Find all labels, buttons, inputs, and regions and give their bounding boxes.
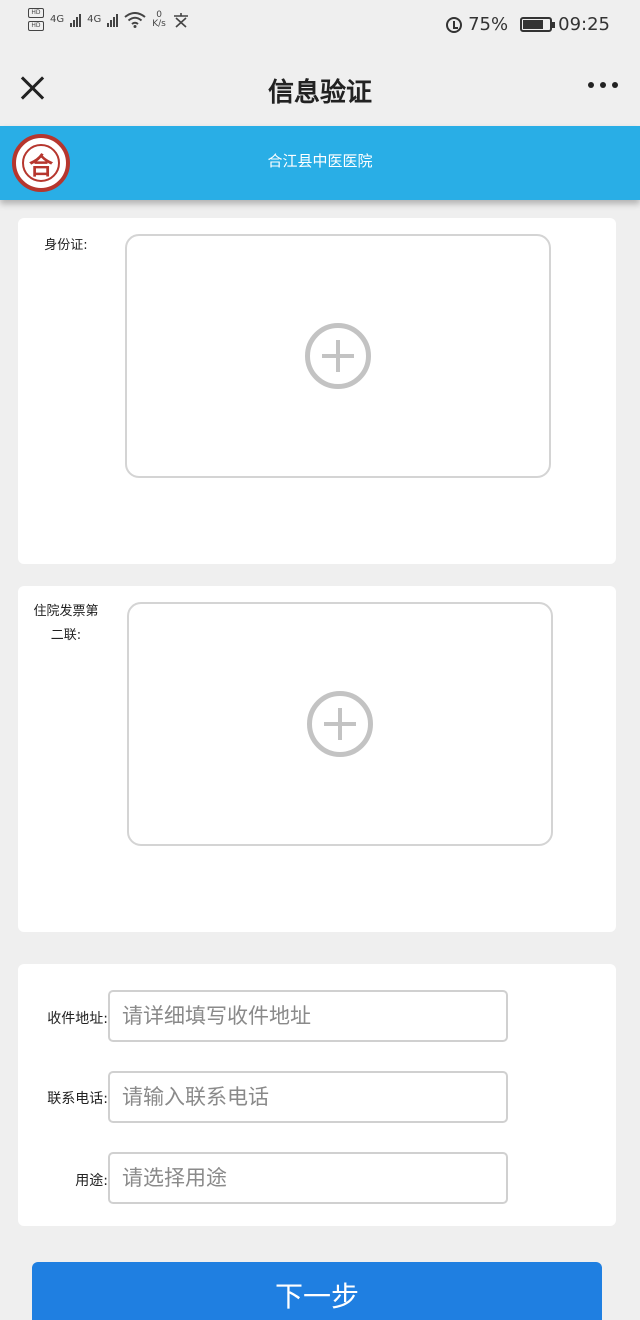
app-notification-icon — [173, 12, 188, 28]
more-options-icon[interactable] — [588, 82, 618, 88]
hospital-name: 合江县中医医院 — [267, 152, 373, 170]
title-bar: 信息验证 — [0, 52, 640, 128]
status-bar: HD HD 4G 4G 0 K/s 75% 09:25 — [0, 0, 640, 52]
purpose-select[interactable] — [108, 1152, 508, 1204]
add-photo-icon — [305, 323, 371, 389]
signal-icon — [70, 13, 82, 27]
invoice-upload-card: 住院发票第 二联: — [18, 586, 616, 932]
status-left: HD HD 4G 4G 0 K/s — [28, 8, 190, 31]
network-speed-unit: K/s — [152, 18, 166, 29]
add-photo-icon — [307, 691, 373, 757]
address-input[interactable] — [108, 990, 508, 1042]
purpose-label: 用途: — [75, 1173, 108, 1189]
invoice-label: 住院发票第 二联: — [22, 600, 110, 648]
signal-icon-2 — [107, 13, 119, 27]
contact-info-card: 收件地址: 联系电话: 用途: — [18, 964, 616, 1226]
wifi-icon — [124, 11, 146, 28]
page-title: 信息验证 — [267, 78, 372, 108]
network-speed: 0 K/s — [152, 10, 166, 29]
id-card-label: 身份证: — [44, 238, 88, 253]
invoice-label-line1: 住院发票第 — [33, 604, 99, 619]
sim2-icon: HD — [28, 21, 44, 31]
network-type-2: 4G — [87, 14, 102, 25]
alarm-icon — [446, 16, 463, 33]
id-card-upload-card: 身份证: — [18, 218, 616, 564]
invoice-upload-box[interactable] — [127, 602, 553, 846]
sim-indicators: HD HD — [28, 8, 44, 31]
battery-level-fill — [523, 20, 543, 29]
phone-label: 联系电话: — [47, 1091, 108, 1107]
next-step-button[interactable]: 下一步 — [32, 1262, 602, 1320]
hospital-banner: 合 合江县中医医院 — [0, 126, 640, 200]
address-label: 收件地址: — [47, 1011, 108, 1027]
network-type-1: 4G — [50, 14, 65, 25]
battery-percent: 75% — [468, 14, 509, 35]
invoice-label-line2: 二联: — [50, 628, 82, 643]
id-card-upload-box[interactable] — [125, 234, 551, 478]
status-right: 75% 09:25 — [446, 14, 610, 35]
sim1-icon: HD — [28, 8, 44, 18]
clock: 09:25 — [558, 14, 610, 35]
phone-input[interactable] — [108, 1071, 508, 1123]
battery-icon — [520, 17, 556, 32]
